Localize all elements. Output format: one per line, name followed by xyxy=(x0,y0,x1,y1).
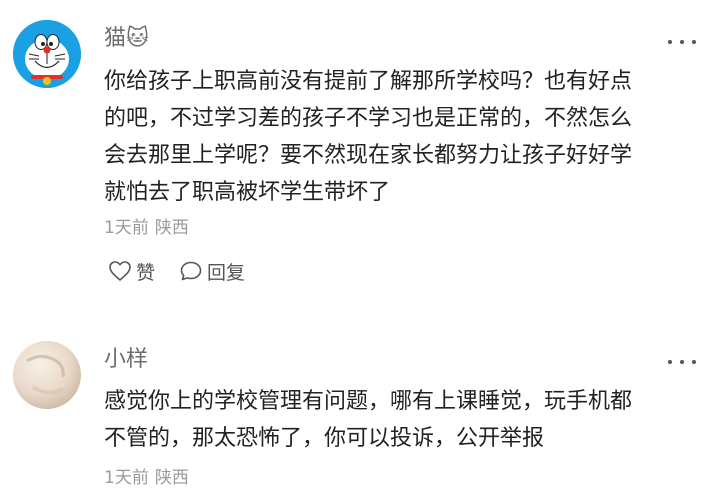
dot-icon xyxy=(692,40,696,44)
dot-icon xyxy=(668,40,672,44)
comment-text: 感觉你上的学校管理有问题，哪有上课睡觉，玩手机都 不管的，那太恐怖了，你可以投诉… xyxy=(104,389,633,451)
comment-meta: 1天前 陕西 xyxy=(104,218,189,238)
dot-icon xyxy=(668,360,672,364)
doraemon-avatar-icon xyxy=(13,20,81,88)
dot-icon xyxy=(692,360,696,364)
reply-button[interactable]: 回复 xyxy=(179,258,245,285)
more-options-button[interactable] xyxy=(668,357,696,367)
comment-time: 1天前 xyxy=(104,468,149,488)
like-label: 赞 xyxy=(136,261,156,284)
user-avatar[interactable] xyxy=(13,20,81,88)
comment-meta: 1天前 陕西 xyxy=(104,468,189,488)
dot-icon xyxy=(680,40,684,44)
more-options-button[interactable] xyxy=(668,37,696,47)
comment-bubble-icon xyxy=(180,261,202,281)
comment-text: 你给孩子上职高前没有提前了解那所学校吗？也有好点 的吧，不过学习差的孩子不学习也… xyxy=(104,69,633,205)
comment-item: 小样 感觉你上的学校管理有问题，哪有上课睡觉，玩手机都 不管的，那太恐怖了，你可… xyxy=(0,320,718,497)
username-text: 猫 xyxy=(104,26,127,51)
photo-avatar-icon xyxy=(13,341,81,409)
comment-location: 陕西 xyxy=(154,468,189,488)
username-text: 小样 xyxy=(104,347,149,372)
comment-item: 猫🐱 你给孩子上职高前没有提前了解那所学校吗？也有好点 的吧，不过学习差的孩子不… xyxy=(0,0,718,320)
reply-label: 回复 xyxy=(207,261,246,284)
dot-icon xyxy=(680,360,684,364)
cat-face-emoji: 🐱 xyxy=(126,26,149,51)
like-button[interactable]: 赞 xyxy=(108,258,155,285)
username[interactable]: 猫🐱 xyxy=(104,26,149,52)
comment-location: 陕西 xyxy=(154,218,189,238)
username[interactable]: 小样 xyxy=(104,347,148,373)
heart-icon xyxy=(109,261,131,281)
user-avatar[interactable] xyxy=(13,341,81,409)
comment-time: 1天前 xyxy=(104,218,149,238)
comment-actions: 赞 回复 xyxy=(108,257,269,285)
